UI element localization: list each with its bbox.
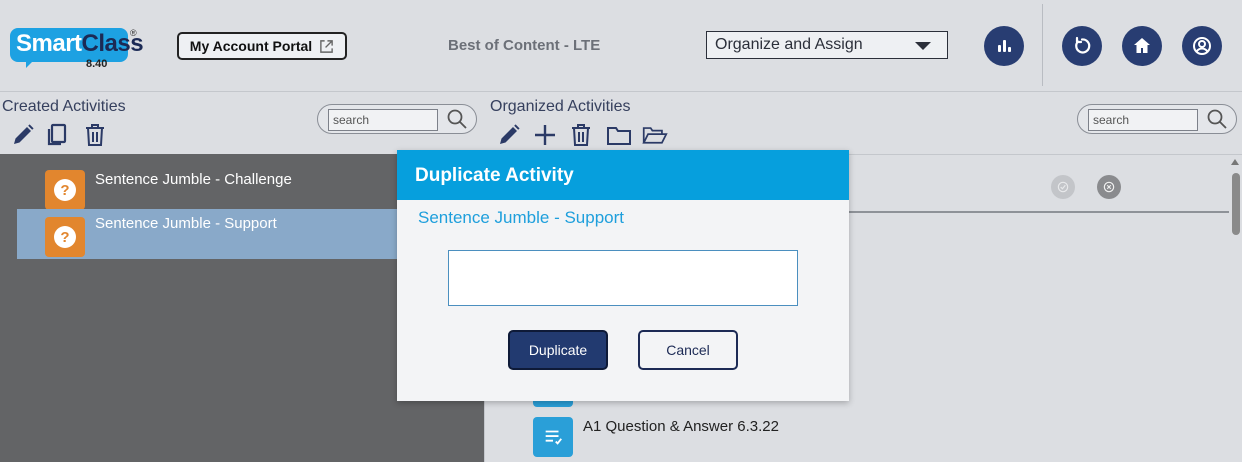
copy-button[interactable] [44, 122, 70, 148]
folder-icon [607, 127, 631, 145]
org-new-folder-button[interactable] [606, 122, 632, 148]
scrollbar[interactable] [1230, 155, 1242, 462]
my-account-portal-button[interactable]: My Account Portal [177, 32, 347, 60]
cancel-button[interactable]: Cancel [638, 330, 738, 370]
scroll-up-icon[interactable] [1231, 159, 1239, 165]
dialog-activity-name: Sentence Jumble - Support [418, 208, 625, 227]
external-link-icon [320, 39, 334, 53]
list-item-label: A1 Question & Answer 6.3.22 [583, 418, 779, 435]
created-activities-title: Created Activities [2, 98, 126, 115]
home-icon [1134, 38, 1150, 53]
scrollbar-thumb[interactable] [1232, 173, 1240, 235]
duplicate-button[interactable]: Duplicate [508, 330, 608, 370]
smartclass-logo: SmartClass ® 8.40 [10, 28, 144, 74]
pencil-icon [14, 124, 34, 144]
org-open-folder-button[interactable] [642, 122, 672, 148]
duplicate-activity-dialog: Duplicate Activity Sentence Jumble - Sup… [397, 150, 849, 401]
folder-open-icon [642, 127, 668, 144]
plus-icon [535, 125, 555, 145]
edit-button[interactable] [10, 122, 36, 148]
refresh-button[interactable] [1062, 26, 1102, 66]
organized-activities-title: Organized Activities [490, 98, 631, 115]
reports-button[interactable] [984, 26, 1024, 66]
trash-icon [86, 124, 104, 146]
copy-icon [47, 123, 67, 146]
org-add-button[interactable] [532, 122, 558, 148]
created-search-input[interactable] [328, 109, 438, 131]
pencil-icon [500, 124, 520, 144]
account-icon [1193, 37, 1211, 55]
chevron-down-icon [915, 42, 931, 50]
mode-select[interactable]: Organize and Assign [706, 31, 948, 59]
question-icon: ? [45, 170, 85, 210]
close-circle-icon[interactable] [1097, 175, 1121, 199]
version-label: 8.40 [86, 58, 108, 70]
org-delete-button[interactable] [568, 122, 594, 148]
created-search [317, 104, 477, 134]
account-button[interactable] [1182, 26, 1222, 66]
duplicate-name-input[interactable] [448, 250, 798, 306]
app-title: Best of Content - LTE [448, 37, 601, 54]
trash-icon [572, 124, 590, 146]
search-icon[interactable] [1206, 108, 1228, 130]
org-edit-button[interactable] [496, 122, 522, 148]
header-divider [1042, 4, 1043, 86]
check-circle-icon[interactable] [1051, 175, 1075, 199]
reports-icon [998, 40, 1011, 52]
delete-button[interactable] [82, 122, 108, 148]
document-lines-icon [533, 417, 573, 457]
app-header: SmartClass ® 8.40 My Account Portal Best… [0, 0, 1242, 92]
search-icon[interactable] [446, 108, 468, 130]
organized-search [1077, 104, 1237, 134]
dialog-title: Duplicate Activity [397, 150, 849, 200]
organized-search-input[interactable] [1088, 109, 1198, 131]
refresh-icon [1075, 36, 1091, 54]
home-button[interactable] [1122, 26, 1162, 66]
question-icon: ? [45, 217, 85, 257]
